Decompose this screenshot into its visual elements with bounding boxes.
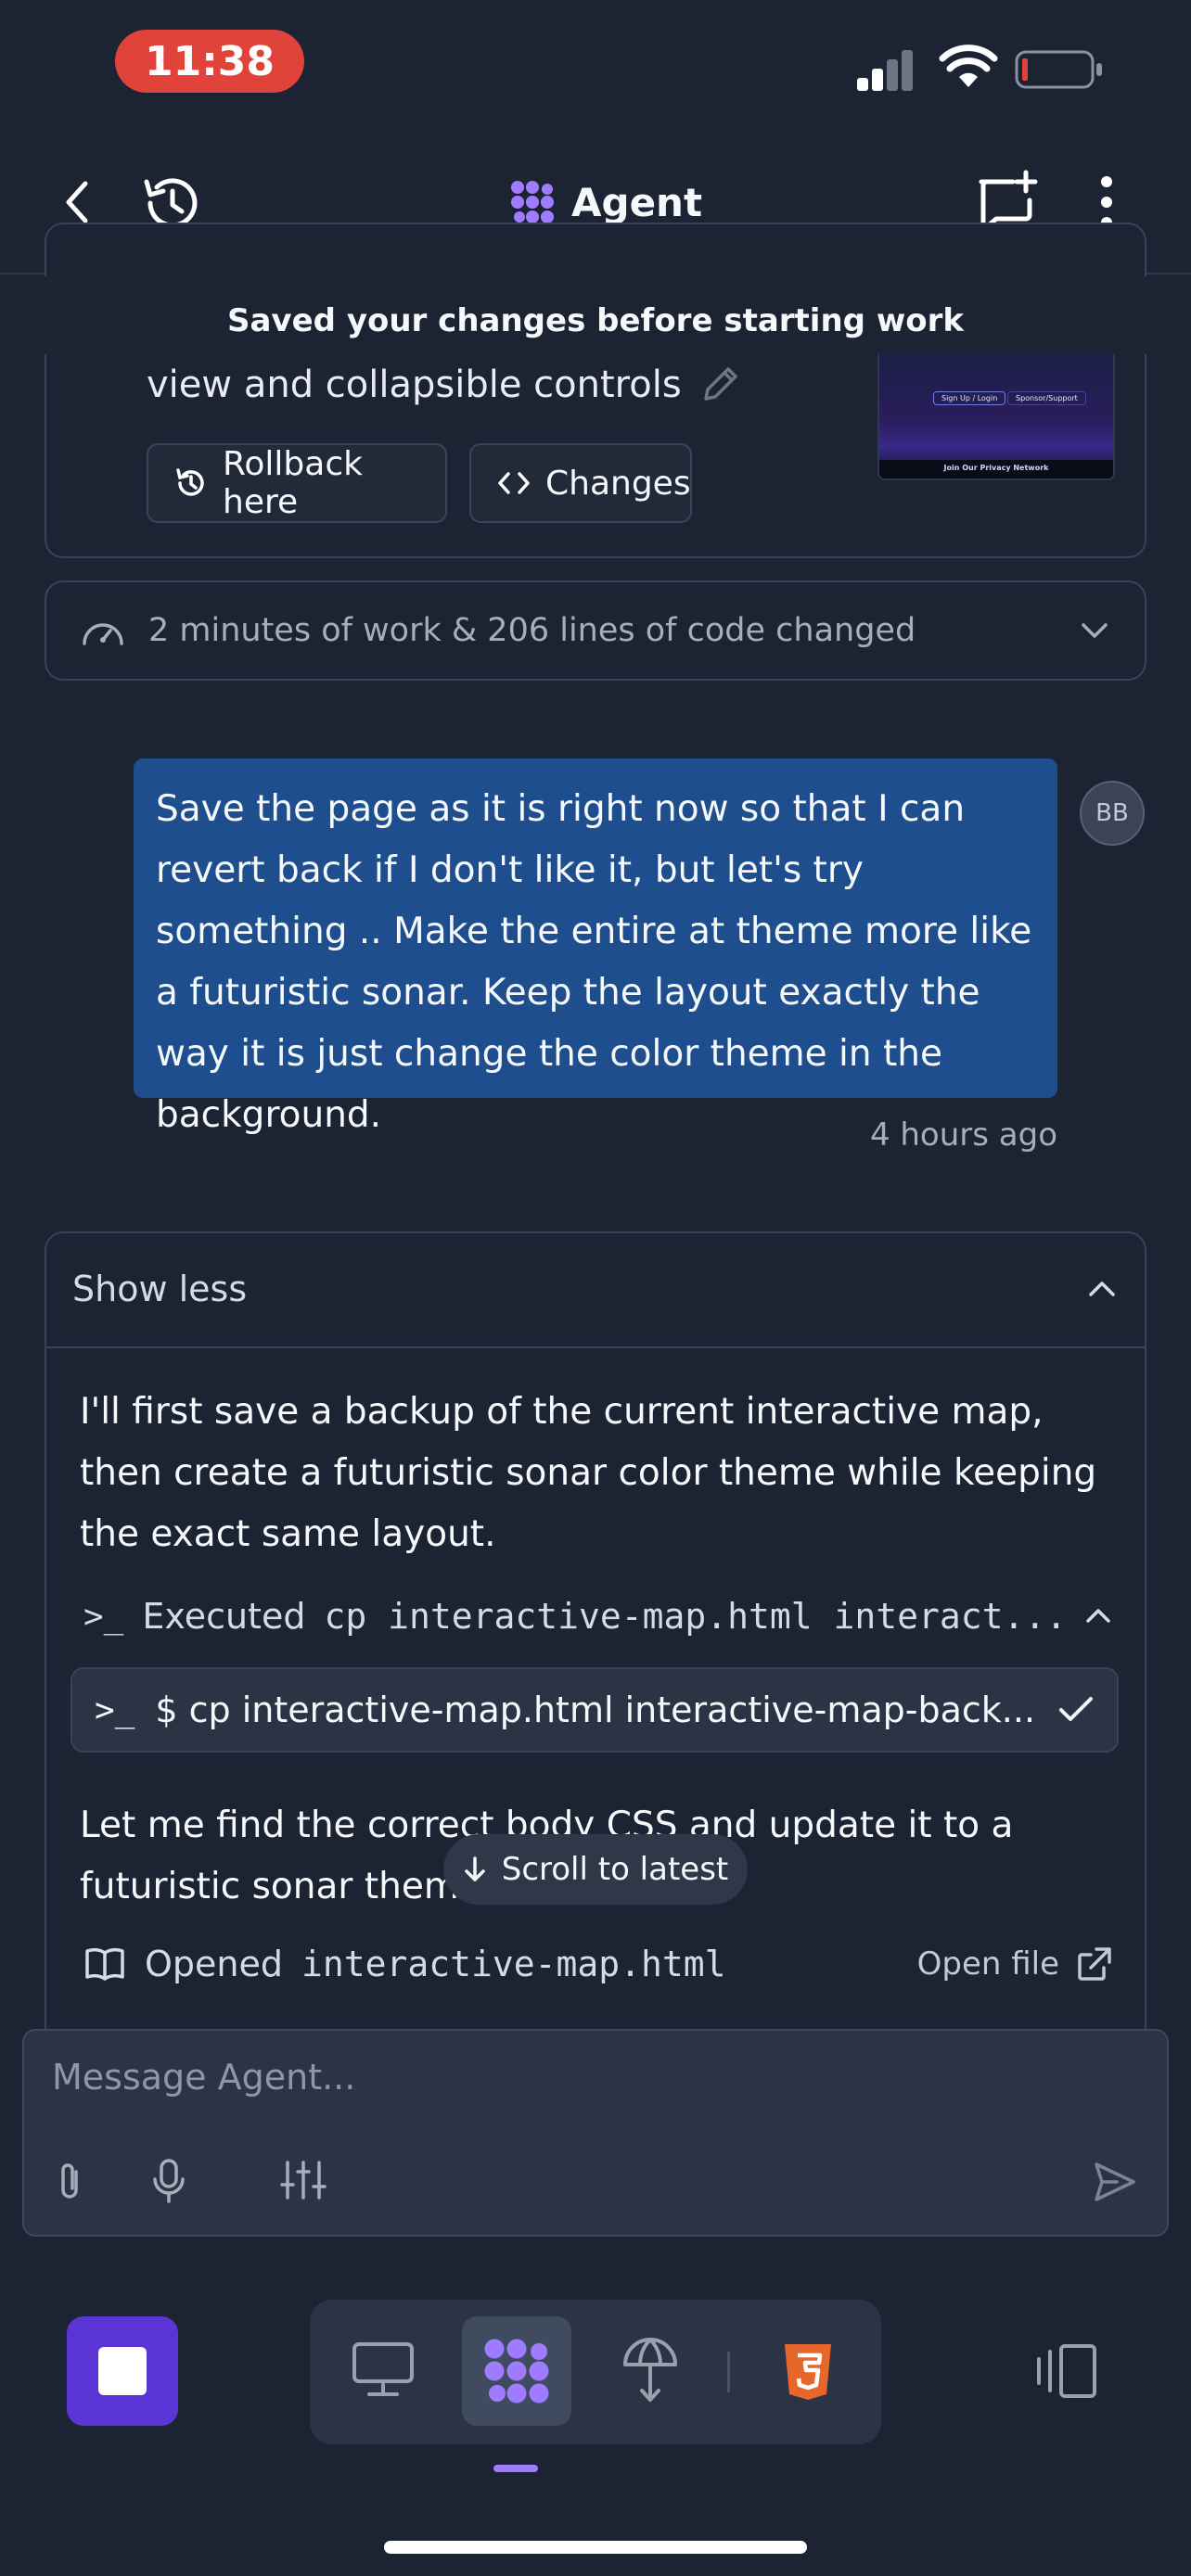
opened-file-row: Opened interactive-map.html Open file (83, 1934, 1113, 1994)
chevron-up-icon (1085, 1278, 1119, 1300)
opened-label: Opened (145, 1944, 283, 1984)
checkpoint-thumbnail[interactable]: Sign Up / Login Sponsor/Support Join Our… (877, 349, 1115, 480)
rollback-icon (174, 466, 208, 500)
scroll-to-latest-button[interactable]: Scroll to latest (443, 1834, 748, 1905)
edit-pencil-icon[interactable] (698, 363, 741, 406)
command-box[interactable]: >_ $ cp interactive-map.html interactive… (70, 1667, 1119, 1753)
send-icon[interactable] (1093, 2161, 1137, 2203)
html5-icon[interactable] (781, 2342, 835, 2402)
message-input[interactable]: Message Agent... (52, 2057, 355, 2098)
agent-logo-icon (508, 178, 557, 226)
agent-tab-icon[interactable] (480, 2335, 553, 2407)
external-link-icon (1076, 1945, 1113, 1983)
show-less-toggle[interactable]: Show less (45, 1231, 1146, 1346)
panel-switch-icon[interactable] (1035, 2340, 1102, 2402)
avatar: BB (1080, 781, 1145, 846)
thumb-sponsor: Sponsor/Support (1007, 391, 1086, 405)
header-title: Agent (571, 179, 703, 225)
settings-sliders-icon[interactable] (280, 2159, 327, 2201)
attach-icon[interactable] (50, 2161, 89, 2203)
home-indicator (384, 2541, 807, 2554)
saved-banner: Saved your changes before starting work (227, 302, 964, 339)
microphone-icon[interactable] (150, 2157, 187, 2205)
message-timestamp: 4 hours ago (869, 1116, 1057, 1154)
back-icon[interactable] (58, 174, 98, 230)
checkpoint-text: view and collapsible controls (147, 363, 682, 406)
agent-intro-text: I'll first save a backup of the current … (80, 1391, 1097, 1555)
arrow-down-icon (463, 1855, 487, 1883)
show-less-label: Show less (72, 1269, 248, 1309)
command-text: $ cp interactive-map.html interactive-ma… (155, 1690, 1036, 1730)
card-divider (46, 1346, 1145, 1348)
tab-separator (727, 2352, 730, 2392)
executed-row[interactable]: >_ Executed cp interactive-map.html inte… (83, 1588, 1113, 1645)
executed-label: Executed (142, 1596, 306, 1637)
code-icon (497, 469, 531, 497)
checkmark-icon (1057, 1695, 1095, 1725)
stop-icon (98, 2347, 147, 2395)
changes-label: Changes (545, 464, 691, 503)
book-icon (83, 1945, 126, 1983)
changes-button[interactable]: Changes (469, 443, 692, 523)
rollback-button[interactable]: Rollback here (147, 443, 447, 523)
user-message-bubble: Save the page as it is right now so that… (134, 759, 1057, 1136)
checkpoint-description: view and collapsible controls (147, 363, 741, 406)
preview-monitor-icon[interactable] (351, 2340, 416, 2400)
wifi-icon (939, 45, 998, 89)
status-time: 11:38 (115, 30, 304, 93)
deploy-icon[interactable] (621, 2335, 679, 2404)
battery-icon (1015, 50, 1104, 89)
scroll-to-latest-label: Scroll to latest (501, 1851, 729, 1888)
work-summary-text: 2 minutes of work & 206 lines of code ch… (148, 612, 916, 649)
open-file-label: Open file (916, 1945, 1059, 1983)
executed-command: cp interactive-map.html interact... (324, 1596, 1065, 1637)
stop-button[interactable] (67, 2316, 178, 2426)
signal-icon (855, 48, 916, 91)
chevron-up-small-icon (1083, 1606, 1113, 1626)
work-summary-bar[interactable]: 2 minutes of work & 206 lines of code ch… (45, 580, 1146, 681)
thumb-footer: Join Our Privacy Network (943, 464, 1049, 472)
rollback-label: Rollback here (223, 445, 363, 521)
speedometer-icon (80, 612, 126, 649)
terminal-prompt-icon: >_ (83, 1597, 124, 1636)
active-tab-indicator (493, 2465, 538, 2472)
opened-file-name: interactive-map.html (301, 1944, 726, 1984)
open-file-link[interactable]: Open file (917, 1945, 1113, 1983)
terminal-icon: >_ (95, 1690, 135, 1729)
thumb-signup: Sign Up / Login (933, 391, 1006, 405)
chevron-down-icon (1078, 619, 1111, 642)
